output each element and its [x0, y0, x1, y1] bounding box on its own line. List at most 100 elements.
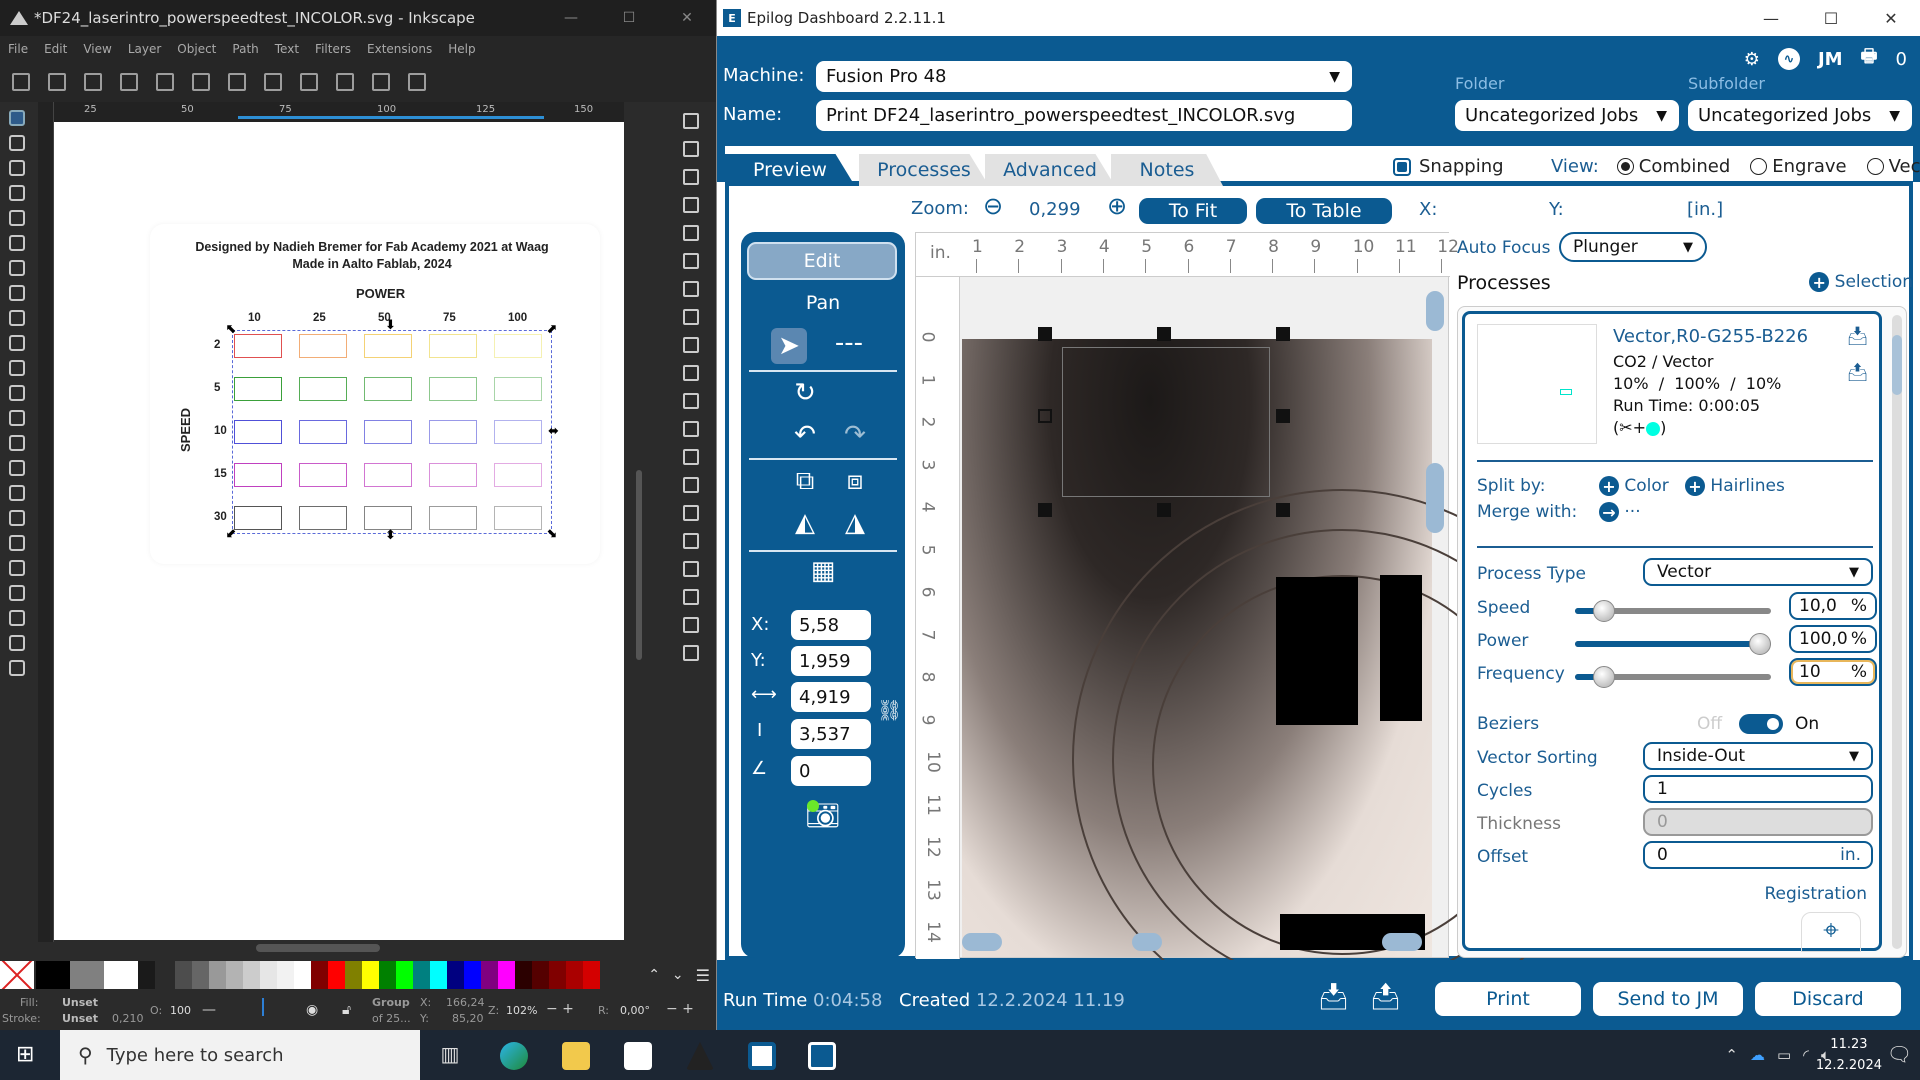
merge-with-button[interactable]: → ···: [1599, 502, 1641, 522]
color-swatch[interactable]: [447, 961, 464, 989]
unlink-clone-icon[interactable]: [682, 589, 699, 605]
dropper-tool-icon[interactable]: [9, 460, 25, 476]
lock-icon[interactable]: 🔓︎: [342, 1002, 351, 1018]
tab-processes[interactable]: Processes: [859, 154, 989, 186]
vertical-scroll-thumb[interactable]: [1426, 463, 1444, 533]
zoom-in-icon[interactable]: ⊕: [1107, 192, 1127, 220]
color-swatch[interactable]: [138, 961, 155, 989]
view-combined-radio[interactable]: Combined: [1616, 156, 1730, 177]
scale-handle-icon[interactable]: ⬌: [548, 424, 559, 439]
beziers-toggle[interactable]: [1739, 714, 1783, 734]
stroke-width[interactable]: 0,210: [112, 1012, 144, 1025]
raise-icon[interactable]: [336, 73, 354, 91]
new-document-icon[interactable]: [682, 113, 699, 129]
color-swatch[interactable]: [226, 961, 243, 989]
select-same-icon[interactable]: [84, 73, 102, 91]
battery-icon[interactable]: ▭: [1777, 1046, 1791, 1064]
x-position-input[interactable]: 5,58: [791, 610, 871, 640]
machine-select[interactable]: Fusion Pro 48 ▼: [816, 61, 1352, 92]
opacity-decrease-icon[interactable]: —: [202, 1002, 216, 1018]
vector-sorting-select[interactable]: Inside-Out ▼: [1643, 742, 1873, 770]
vertical-scrollbar[interactable]: [636, 470, 642, 660]
file-explorer-icon[interactable]: [562, 1042, 590, 1070]
opacity-field[interactable]: 100: [170, 1004, 191, 1017]
view-vector-radio[interactable]: Vector: [1866, 156, 1920, 177]
menu-edit[interactable]: Edit: [36, 42, 75, 56]
undo-icon[interactable]: [682, 281, 699, 297]
zoom-out-icon[interactable]: − +: [546, 1001, 574, 1017]
microsoft-store-icon[interactable]: [624, 1042, 652, 1070]
power-input[interactable]: 100,0%: [1789, 625, 1877, 653]
text-tool-icon[interactable]: [9, 385, 25, 401]
job-manager-button[interactable]: JM: [1818, 49, 1843, 70]
menu-layer[interactable]: Layer: [120, 42, 169, 56]
box-3d-tool-icon[interactable]: [9, 260, 25, 276]
color-swatch[interactable]: [498, 961, 515, 989]
stroke-value[interactable]: Unset: [62, 1012, 98, 1025]
angle-input[interactable]: 0: [791, 756, 871, 786]
calligraphy-tool-icon[interactable]: [9, 360, 25, 376]
copy-icon[interactable]: [682, 337, 699, 353]
resize-handle[interactable]: [1038, 503, 1052, 517]
lower-to-bottom-icon[interactable]: [408, 73, 426, 91]
slider-knob[interactable]: [1749, 633, 1771, 655]
inkscape-taskbar-icon[interactable]: [686, 1042, 714, 1070]
zoom-page-icon[interactable]: [682, 477, 699, 493]
no-paint-swatch[interactable]: [0, 961, 34, 989]
color-swatch[interactable]: [70, 961, 104, 989]
split-hairlines-button[interactable]: + Hairlines: [1685, 476, 1785, 496]
color-swatch[interactable]: [481, 961, 498, 989]
print-button[interactable]: Print: [1435, 982, 1581, 1016]
speed-input[interactable]: 10,0%: [1789, 592, 1877, 620]
slider-knob[interactable]: [1593, 600, 1615, 622]
visibility-icon[interactable]: ◉: [306, 1002, 318, 1018]
snapping-toggle[interactable]: Snapping: [1393, 156, 1504, 177]
color-swatch[interactable]: [413, 961, 430, 989]
close-button[interactable]: ✕: [1861, 0, 1920, 36]
scale-handle-icon[interactable]: ⬋: [226, 526, 237, 541]
redo-icon[interactable]: [682, 309, 699, 325]
undo-icon[interactable]: ↶: [787, 420, 823, 450]
color-swatch[interactable]: [294, 961, 311, 989]
color-swatch[interactable]: [311, 961, 328, 989]
pen-tool-icon[interactable]: [9, 310, 25, 326]
color-swatch[interactable]: [260, 961, 277, 989]
flip-horizontal-icon[interactable]: ◭: [787, 508, 823, 538]
color-swatch[interactable]: [515, 961, 532, 989]
pan-mode-button[interactable]: Pan: [741, 292, 905, 314]
scroll-up-button[interactable]: [1426, 291, 1444, 331]
process-type-select[interactable]: Vector ▼: [1643, 558, 1873, 586]
color-swatch[interactable]: [396, 961, 413, 989]
menu-extensions[interactable]: Extensions: [359, 42, 440, 56]
folder-select[interactable]: Uncategorized Jobs ▼: [1455, 100, 1679, 131]
print-icon[interactable]: [682, 197, 699, 213]
y-position-input[interactable]: 1,959: [791, 646, 871, 676]
eraser-tool-icon[interactable]: [9, 560, 25, 576]
deselect-icon[interactable]: [120, 73, 138, 91]
rectangle-tool-icon[interactable]: [9, 185, 25, 201]
save-process-icon[interactable]: 📥︎: [1846, 326, 1869, 347]
rotate-cw-icon[interactable]: [192, 73, 210, 91]
color-swatch[interactable]: [345, 961, 362, 989]
rotate-step-icon[interactable]: − +: [666, 1001, 694, 1017]
close-button[interactable]: ✕: [658, 0, 716, 36]
speed-slider[interactable]: [1575, 600, 1771, 622]
mesh-tool-icon[interactable]: [9, 435, 25, 451]
color-swatch[interactable]: [36, 961, 70, 989]
select-all-icon[interactable]: [12, 73, 30, 91]
split-color-button[interactable]: + Color: [1599, 476, 1669, 496]
clone-tool-icon[interactable]: [9, 660, 25, 676]
process-list-scrollbar[interactable]: [1892, 315, 1902, 949]
scale-handle-icon[interactable]: ⬍: [385, 528, 396, 543]
tab-advanced[interactable]: Advanced: [985, 154, 1115, 186]
color-swatch[interactable]: [243, 961, 260, 989]
tweak-tool-icon[interactable]: [9, 510, 25, 526]
menu-text[interactable]: Text: [267, 42, 307, 56]
spiral-tool-icon[interactable]: [9, 285, 25, 301]
send-to-jm-button[interactable]: Send to JM: [1593, 982, 1743, 1016]
edge-browser-icon[interactable]: [500, 1042, 528, 1070]
height-input[interactable]: 3,537: [791, 719, 871, 749]
export-icon[interactable]: [682, 253, 699, 269]
color-swatch[interactable]: [464, 961, 481, 989]
taskbar-search-box[interactable]: ⚲ Type here to search: [60, 1030, 420, 1080]
